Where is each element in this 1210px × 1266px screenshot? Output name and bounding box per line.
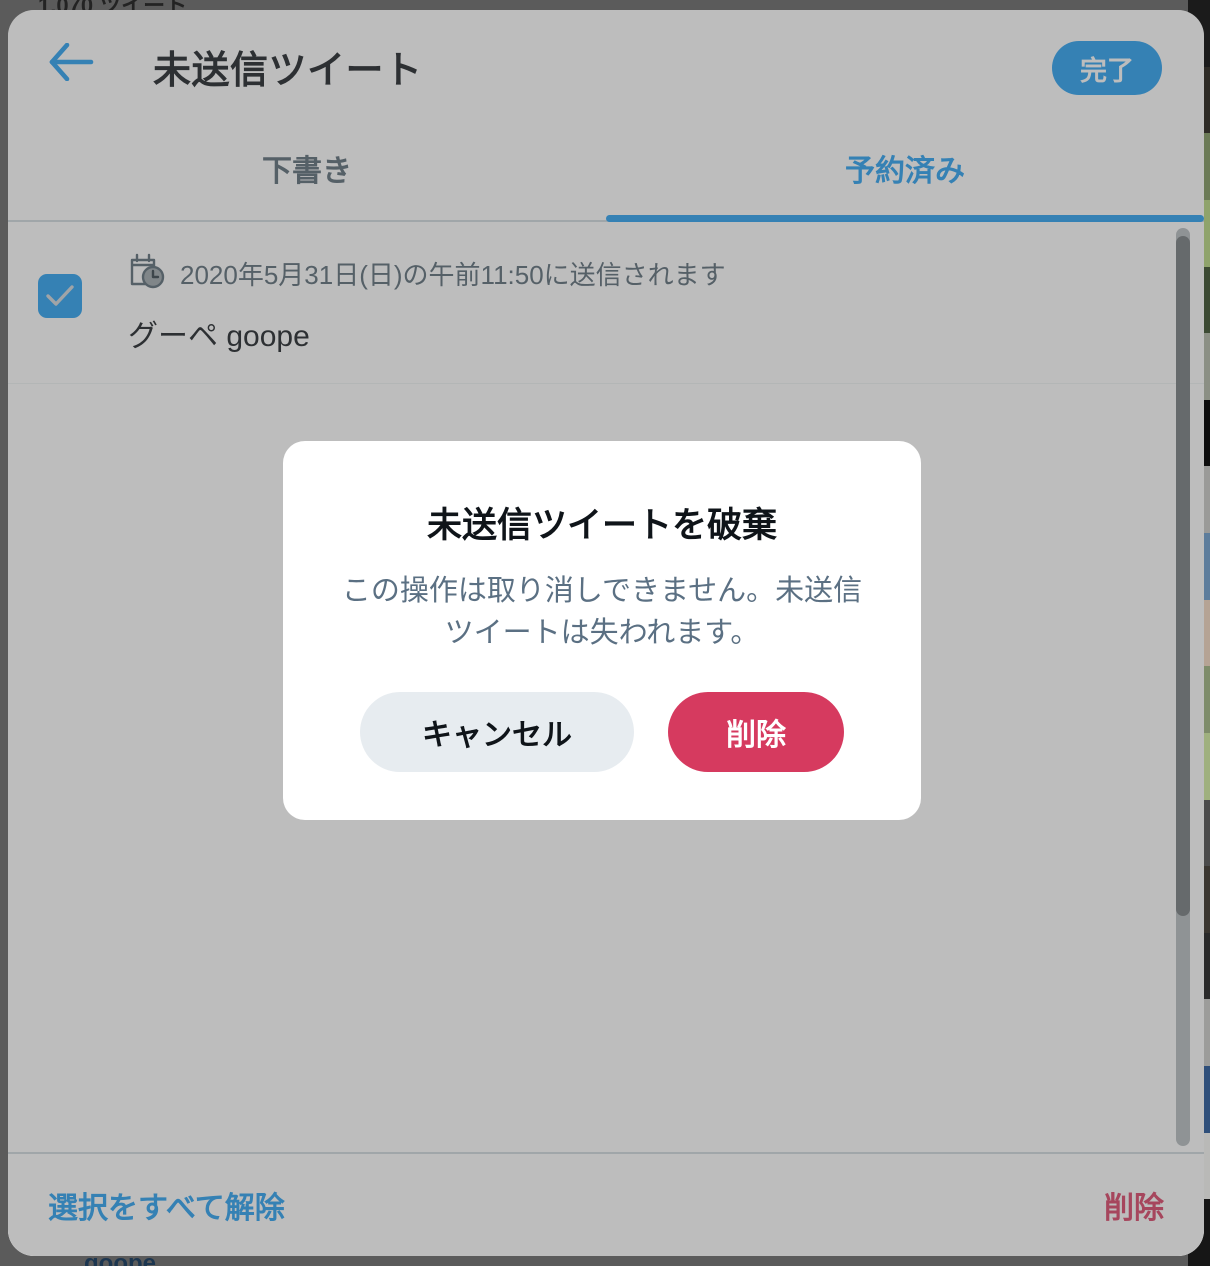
- bottom-action-bar: 選択をすべて解除 削除: [8, 1152, 1204, 1256]
- sheet-header: 未送信ツイート 完了: [8, 10, 1204, 116]
- check-icon: [46, 285, 74, 306]
- list-item-tweet-text: グーペ goope: [128, 320, 310, 353]
- back-button[interactable]: [40, 40, 102, 88]
- tab-scheduled[interactable]: 予約済み: [606, 116, 1204, 222]
- arrow-left-icon: [48, 42, 94, 86]
- list-scrollbar-thumb[interactable]: [1176, 236, 1190, 916]
- row-checkbox[interactable]: [38, 274, 82, 318]
- page-title: 未送信ツイート: [153, 50, 423, 92]
- delete-selected-button[interactable]: 削除: [1104, 1183, 1164, 1227]
- deselect-all-button[interactable]: 選択をすべて解除: [48, 1183, 285, 1227]
- tab-bar: 下書き 予約済み: [8, 116, 1204, 222]
- dialog-actions: キャンセル 削除: [360, 692, 844, 773]
- dialog-message: この操作は取り消しできません。未送信ツイートは失われます。: [341, 575, 863, 650]
- list-scrollbar[interactable]: [1176, 228, 1190, 1146]
- list-item-schedule-text: 2020年5月31日(日)の午前11:50に送信されます: [180, 260, 726, 290]
- tab-drafts-label: 下書き: [262, 155, 352, 188]
- list-item[interactable]: 2020年5月31日(日)の午前11:50に送信されます グーペ goope: [8, 222, 1204, 384]
- done-button[interactable]: 完了: [1052, 41, 1162, 95]
- list-item-body: 2020年5月31日(日)の午前11:50に送信されます グーペ goope: [82, 252, 1204, 355]
- list-item-schedule: 2020年5月31日(日)の午前11:50に送信されます: [128, 252, 1204, 295]
- tab-drafts[interactable]: 下書き: [8, 116, 606, 220]
- discard-confirmation-dialog: 未送信ツイートを破棄 この操作は取り消しできません。未送信ツイートは失われます。…: [283, 441, 921, 820]
- calendar-clock-icon: [128, 252, 166, 295]
- tab-scheduled-label: 予約済み: [845, 155, 965, 188]
- dialog-cancel-button[interactable]: キャンセル: [360, 692, 634, 773]
- dialog-delete-button[interactable]: 削除: [668, 692, 844, 773]
- dialog-title: 未送信ツイートを破棄: [426, 506, 777, 545]
